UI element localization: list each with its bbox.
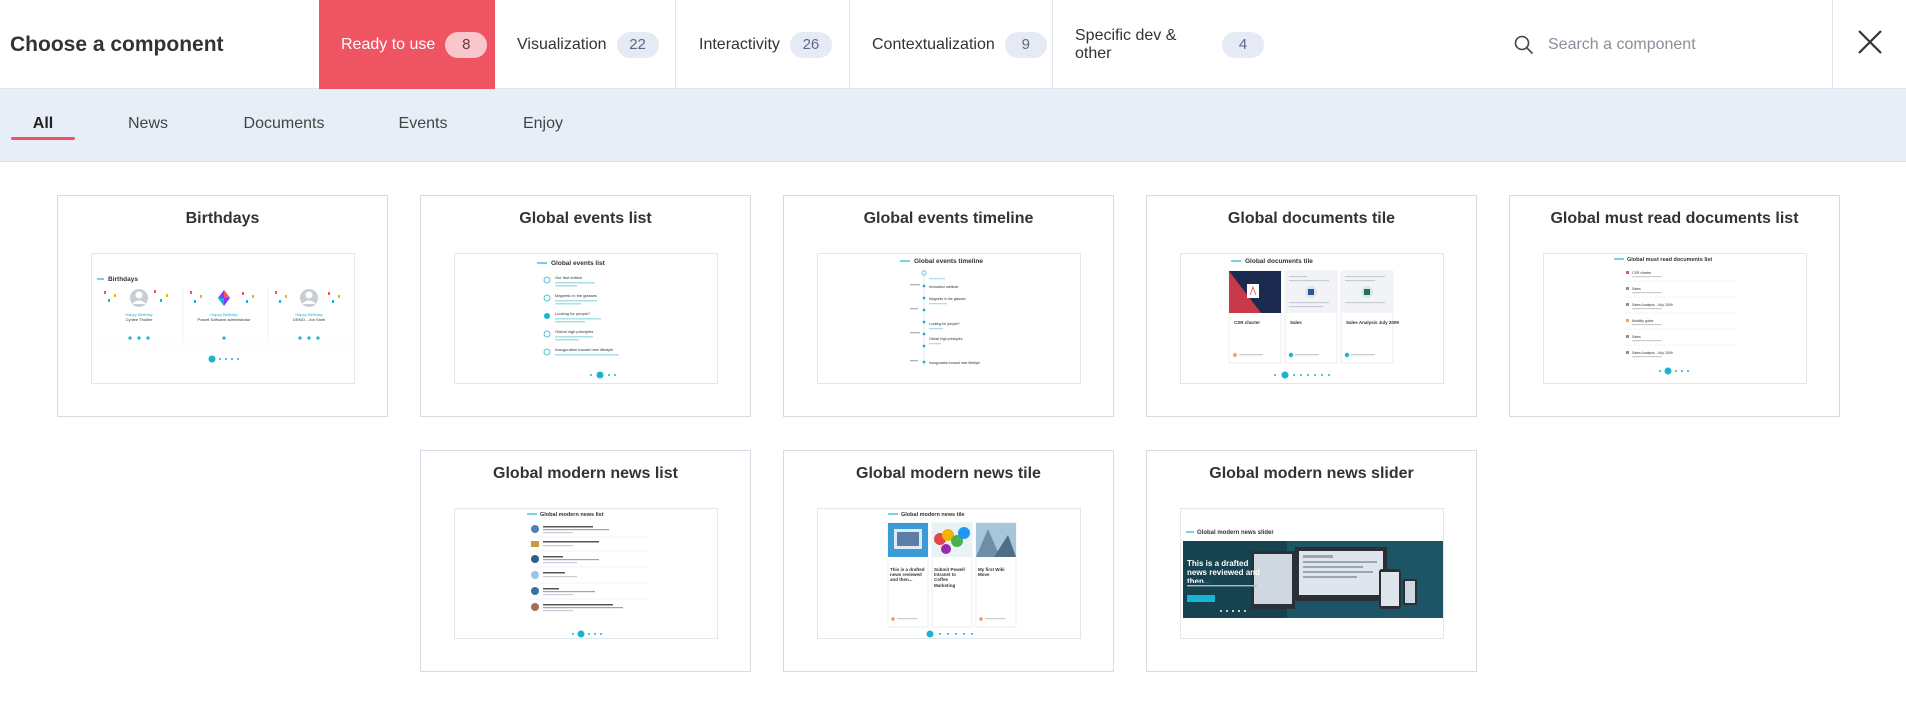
component-card-birthdays[interactable]: Birthdays Birthdays Happy Birthday Cyril… (57, 195, 388, 417)
tab-count-badge: 8 (445, 31, 488, 58)
tab-contextualization[interactable]: Contextualization 9 (850, 0, 1053, 89)
svg-text:Global modern news slider: Global modern news slider (1197, 530, 1274, 536)
svg-text:Innovation webinar: Innovation webinar (929, 285, 959, 289)
component-card-global-modern-news-tile[interactable]: Global modern news tile Global modern ne… (783, 450, 1114, 672)
svg-text:Magnetic in the glasses: Magnetic in the glasses (929, 297, 966, 301)
card-title: Global events timeline (863, 210, 1034, 227)
svg-text:CSR charter: CSR charter (1234, 320, 1260, 325)
svg-text:Global high principles: Global high principles (555, 329, 593, 334)
svg-text:Sales Analysis July 2009: Sales Analysis July 2009 (1346, 320, 1399, 325)
component-card-global-documents-tile[interactable]: Global documents tile Global documents t… (1146, 195, 1477, 417)
search-input[interactable] (1548, 28, 1808, 62)
tab-interactivity[interactable]: Interactivity 26 (677, 0, 850, 89)
svg-text:Inauguration toward new lifest: Inauguration toward new lifestyle (929, 361, 980, 365)
component-preview: Global events list Our first edition Mag… (454, 253, 718, 384)
filter-enjoy[interactable]: Enjoy (515, 89, 571, 162)
component-preview: Global documents tile CSR charter Sales (1180, 253, 1444, 384)
svg-text:Cyrilee Thoilier: Cyrilee Thoilier (126, 317, 153, 322)
svg-text:Powell Software administrator: Powell Software administrator (198, 317, 252, 322)
close-button[interactable] (1832, 0, 1906, 89)
card-title: Birthdays (185, 210, 260, 227)
svg-text:Our first edition: Our first edition (555, 275, 582, 280)
svg-text:DEMO - Jon Snell: DEMO - Jon Snell (293, 317, 325, 322)
svg-text:Global events timeline: Global events timeline (914, 258, 983, 265)
svg-text:Magnetic in the glasses: Magnetic in the glasses (555, 293, 597, 298)
tab-label: Visualization (517, 35, 607, 53)
tab-label: Contextualization (872, 35, 995, 53)
svg-text:Sales: Sales (1290, 320, 1302, 325)
svg-text:Global events list: Global events list (551, 260, 606, 267)
filter-events[interactable]: Events (390, 89, 456, 162)
tab-ready-to-use[interactable]: Ready to use 8 (319, 0, 495, 89)
filter-news[interactable]: News (118, 89, 178, 162)
page-title: Choose a component (10, 33, 224, 56)
tab-label: Interactivity (699, 35, 780, 53)
component-preview: Global events timeline Innovation webina… (817, 253, 1081, 384)
component-card-global-modern-news-list[interactable]: Global modern news list Global modern ne… (420, 450, 751, 672)
tab-label: Ready to use (341, 35, 436, 53)
tab-count-badge: 4 (1222, 31, 1264, 58)
svg-text:Global modern news list: Global modern news list (540, 512, 604, 518)
svg-text:Sales: Sales (1632, 335, 1641, 339)
svg-text:Looking for people?: Looking for people? (555, 311, 591, 316)
svg-text:Global modern news tile: Global modern news tile (901, 512, 965, 518)
card-title: Global events list (519, 210, 652, 227)
svg-text:Looking for people?: Looking for people? (929, 322, 960, 326)
svg-text:Mobility guide: Mobility guide (1632, 319, 1653, 323)
filter-all[interactable]: All (11, 89, 75, 162)
card-title: Global documents tile (1227, 210, 1396, 227)
component-card-global-events-list[interactable]: Global events list Global events list Ou… (420, 195, 751, 417)
svg-text:Sales Analysis - July 2009: Sales Analysis - July 2009 (1632, 351, 1673, 355)
card-title: Global modern news tile (856, 465, 1041, 482)
preview-heading: Birthdays (108, 276, 138, 283)
svg-text:Global must read documents lis: Global must read documents list (1627, 257, 1712, 263)
header-bar: Choose a component Ready to use 8 Visual… (0, 0, 1906, 89)
svg-text:Global documents tile: Global documents tile (1245, 258, 1313, 265)
component-preview: Global must read documents list CSR char… (1543, 253, 1807, 384)
svg-text:Sales: Sales (1632, 287, 1641, 291)
svg-text:Sales Analysis - July 2009: Sales Analysis - July 2009 (1632, 303, 1673, 307)
tab-count-badge: 26 (789, 31, 832, 58)
component-preview: Birthdays Happy Birthday Cyrilee Thoilie… (91, 253, 355, 384)
svg-text:Global high principles: Global high principles (929, 337, 963, 341)
tab-label: Specific dev & other (1075, 26, 1177, 62)
filter-documents[interactable]: Documents (232, 89, 336, 162)
tab-specific-dev[interactable]: Specific dev & other 4 (1053, 0, 1264, 89)
category-filter-bar: All News Documents Events Enjoy (0, 89, 1906, 162)
search-icon[interactable] (1512, 33, 1536, 57)
svg-text:Inauguration toward new lifest: Inauguration toward new lifestyle (555, 347, 614, 352)
svg-text:CSR charter: CSR charter (1632, 271, 1652, 275)
close-icon (1857, 29, 1883, 60)
component-preview: Global modern news slider This is a draf… (1180, 508, 1444, 639)
tab-count-badge: 9 (1004, 31, 1047, 58)
tab-visualization[interactable]: Visualization 22 (495, 0, 676, 89)
component-card-global-modern-news-slider[interactable]: Global modern news slider Global modern … (1146, 450, 1477, 672)
component-preview: Global modern news list (454, 508, 718, 639)
tab-count-badge: 22 (616, 31, 659, 58)
card-title: Global modern news slider (1209, 465, 1414, 482)
component-preview: Global modern news tile This is a drafte… (817, 508, 1081, 639)
card-title: Global must read documents list (1550, 210, 1799, 227)
card-title: Global modern news list (493, 465, 678, 482)
component-card-global-events-timeline[interactable]: Global events timeline Global events tim… (783, 195, 1114, 417)
component-card-global-must-read-documents-list[interactable]: Global must read documents list Global m… (1509, 195, 1840, 417)
